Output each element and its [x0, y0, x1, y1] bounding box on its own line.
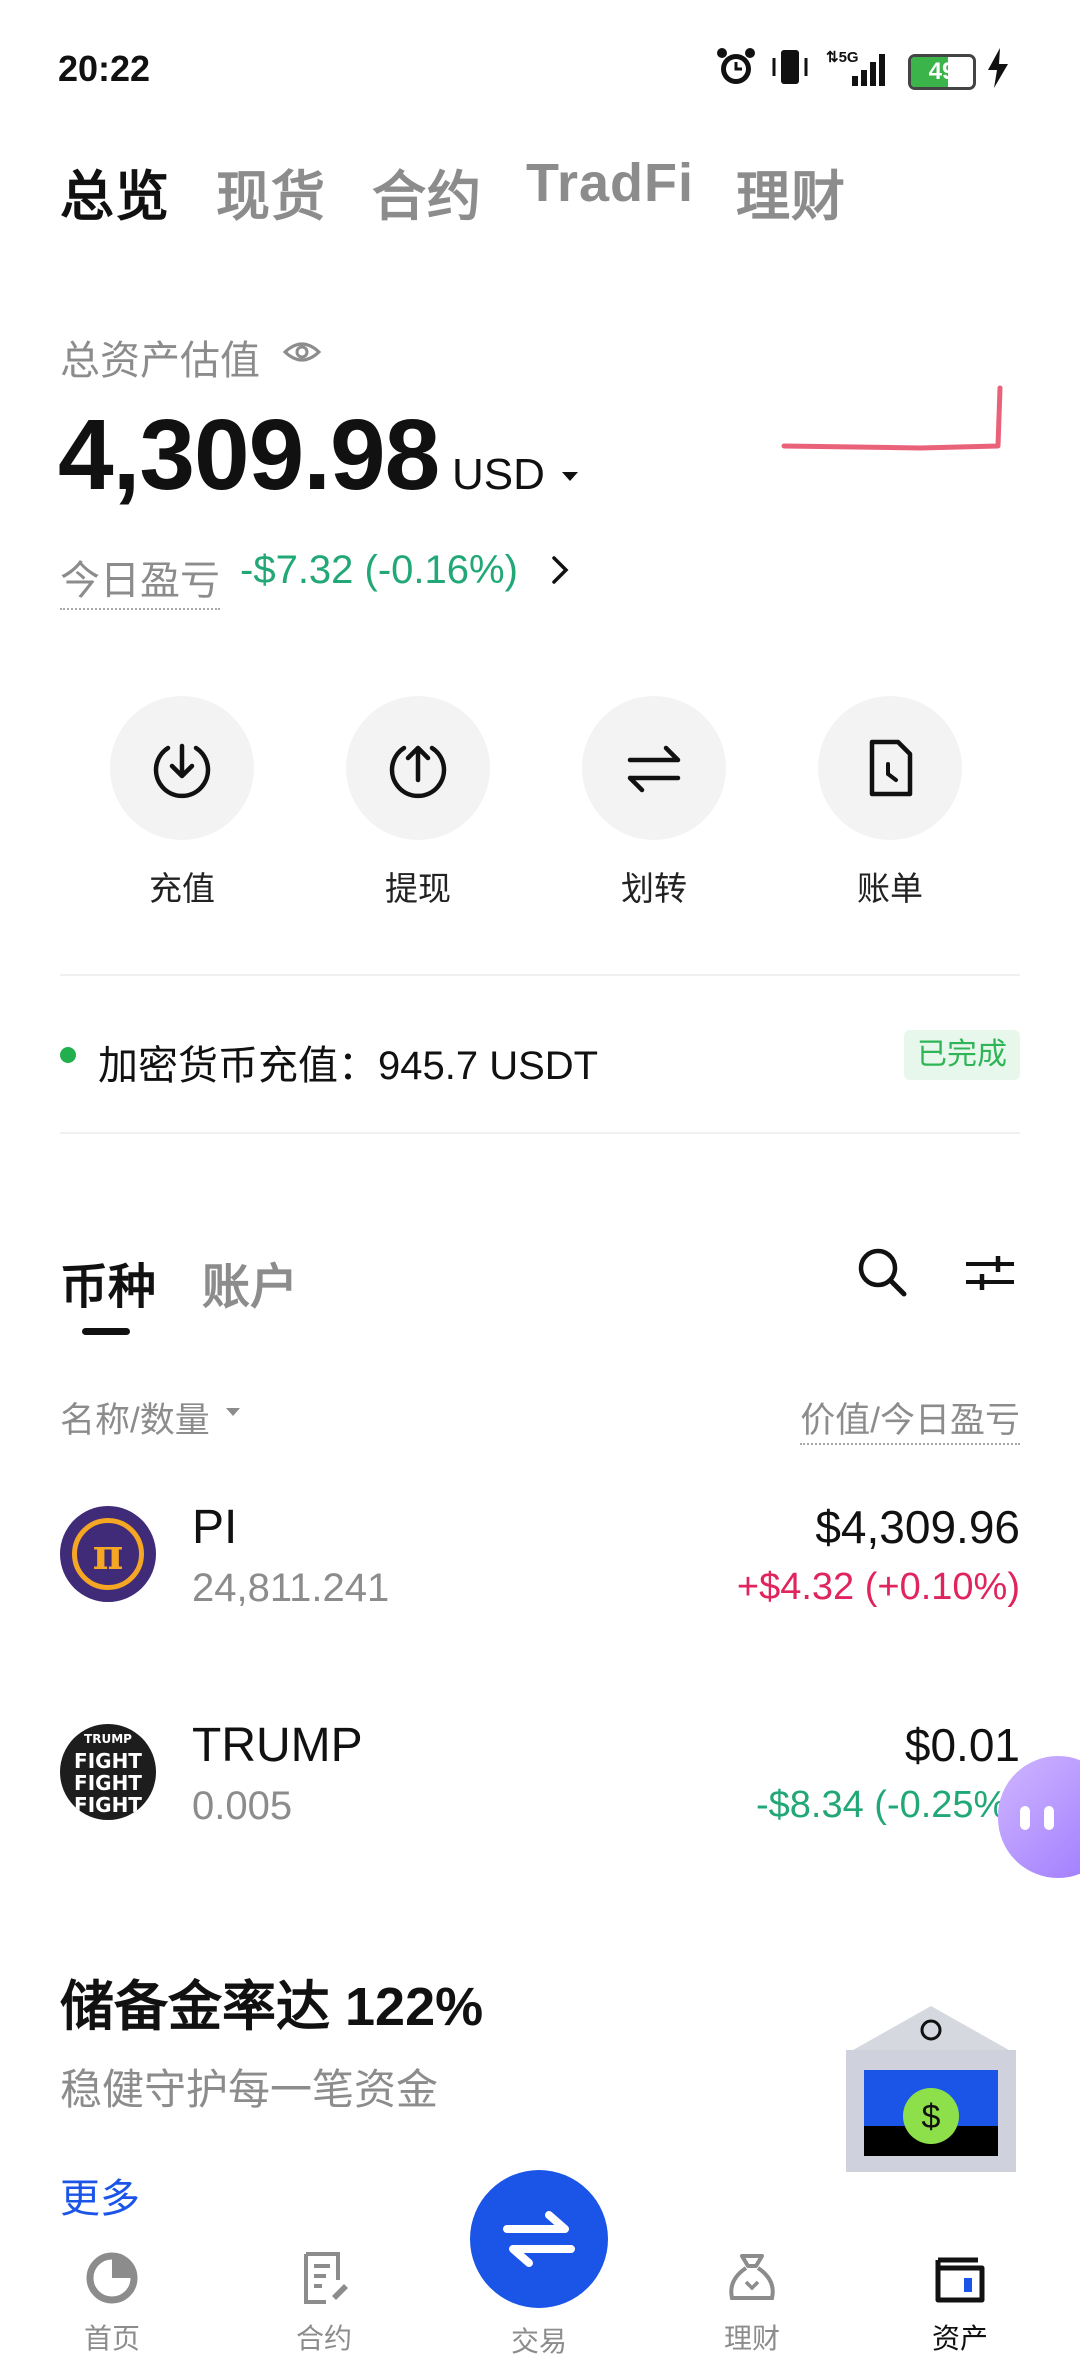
status-time: 20:22: [58, 48, 151, 89]
logo-text: FIGHT: [74, 1749, 142, 1773]
alarm-icon: [717, 48, 755, 84]
coin-value: $0.01: [904, 1719, 1020, 1771]
futures-icon: [304, 2252, 348, 2304]
status-badge: 已完成: [904, 1030, 1020, 1080]
filter-icon[interactable]: [964, 1250, 1016, 1294]
bill-button[interactable]: 账单: [818, 696, 962, 910]
tab-coins[interactable]: 币种: [60, 1247, 156, 1317]
nav-home[interactable]: 首页: [42, 2250, 182, 2357]
divider: [60, 1132, 1020, 1134]
nav-assets[interactable]: 资产: [890, 2250, 1030, 2357]
charging-icon: [988, 48, 1008, 88]
status-dot: [60, 1047, 76, 1063]
deposit-button[interactable]: 充值: [110, 696, 254, 910]
sort-caret-icon[interactable]: [226, 1408, 240, 1416]
tab-indicator: [82, 1328, 130, 1335]
deposit-label: 充值: [149, 870, 215, 907]
coin-symbol[interactable]: PI: [192, 1500, 237, 1555]
coin-quantity: 24,811.241: [192, 1566, 390, 1610]
divider: [60, 974, 1020, 976]
deposit-icon: [153, 743, 211, 799]
nav-futures[interactable]: 合约: [254, 2250, 394, 2357]
pi-icon: π: [72, 1518, 144, 1590]
tab-tradfi[interactable]: TradFi: [526, 152, 694, 214]
reserve-title: 储备金率达 122%: [60, 1977, 484, 2037]
chevron-right-icon[interactable]: [548, 552, 572, 588]
bank-icon: $: [846, 2006, 1016, 2172]
eye-icon[interactable]: [282, 332, 322, 372]
svg-text:⇅5G: ⇅5G: [826, 49, 859, 66]
tab-futures[interactable]: 合约: [372, 152, 482, 231]
today-pnl-value[interactable]: -$7.32 (-0.16%): [240, 548, 518, 593]
logo-text: FIGHT: [74, 1771, 142, 1795]
tab-accounts[interactable]: 账户: [202, 1247, 298, 1317]
battery-indicator: 49: [908, 54, 976, 90]
transfer-label: 划转: [621, 870, 687, 907]
svg-text:$: $: [922, 2098, 941, 2136]
trump-coin-logo: TRUMP FIGHT FIGHT FIGHT: [60, 1724, 156, 1820]
home-icon: [86, 2252, 138, 2304]
wallet-icon: [935, 2257, 985, 2303]
coin-symbol[interactable]: TRUMP: [192, 1718, 363, 1773]
nav-futures-label: 合约: [295, 2323, 352, 2354]
coin-pnl: -$8.34 (-0.25%): [755, 1784, 1020, 1826]
logo-text: FIGHT: [74, 1793, 142, 1817]
bill-label: 账单: [857, 870, 923, 907]
currency-selector[interactable]: USD: [452, 450, 545, 500]
earn-icon: [729, 2254, 775, 2300]
nav-earn[interactable]: 理财: [682, 2250, 822, 2357]
tab-overview[interactable]: 总览: [60, 152, 170, 231]
bill-icon: [869, 739, 913, 797]
withdraw-icon: [389, 745, 447, 799]
today-pnl-label[interactable]: 今日盈亏: [60, 548, 220, 610]
nav-home-label: 首页: [83, 2323, 140, 2354]
vibrate-icon: [772, 50, 808, 84]
signal-icon: ⇅5G: [826, 49, 885, 86]
nav-trade-label: 交易: [510, 2326, 567, 2357]
column-name-header[interactable]: 名称/数量: [60, 1392, 210, 1443]
tab-spot[interactable]: 现货: [216, 152, 326, 231]
pi-coin-logo: π: [60, 1506, 156, 1602]
battery-level: 49: [928, 58, 956, 85]
more-link[interactable]: 更多: [60, 2166, 140, 2224]
logo-text: TRUMP: [84, 1732, 132, 1746]
trade-button[interactable]: [470, 2170, 608, 2308]
coin-pnl: +$4.32 (+0.10%): [736, 1566, 1020, 1608]
coin-quantity: 0.005: [192, 1784, 293, 1828]
deposit-notice-text[interactable]: 加密货币充值：945.7 USDT: [98, 1033, 598, 1091]
transfer-button[interactable]: 划转: [582, 696, 726, 910]
nav-assets-label: 资产: [931, 2323, 988, 2354]
withdraw-label: 提现: [385, 870, 451, 907]
reserve-subtitle: 稳健守护每一笔资金: [60, 2066, 439, 2113]
tab-earn[interactable]: 理财: [736, 152, 846, 231]
caret-down-icon[interactable]: [562, 472, 578, 481]
search-icon[interactable]: [854, 1244, 910, 1300]
assistant-bubble[interactable]: [998, 1756, 1080, 1878]
mini-trend-line: [781, 385, 1003, 451]
column-value-header[interactable]: 价值/今日盈亏: [800, 1392, 1020, 1445]
coin-value: $4,309.96: [815, 1501, 1020, 1553]
nav-earn-label: 理财: [723, 2323, 780, 2354]
transfer-icon: [627, 745, 681, 793]
swap-icon: [503, 2211, 575, 2267]
withdraw-button[interactable]: 提现: [346, 696, 490, 910]
total-assets-label: 总资产估值: [60, 339, 260, 383]
total-assets-value: 4,309.98: [58, 399, 440, 511]
